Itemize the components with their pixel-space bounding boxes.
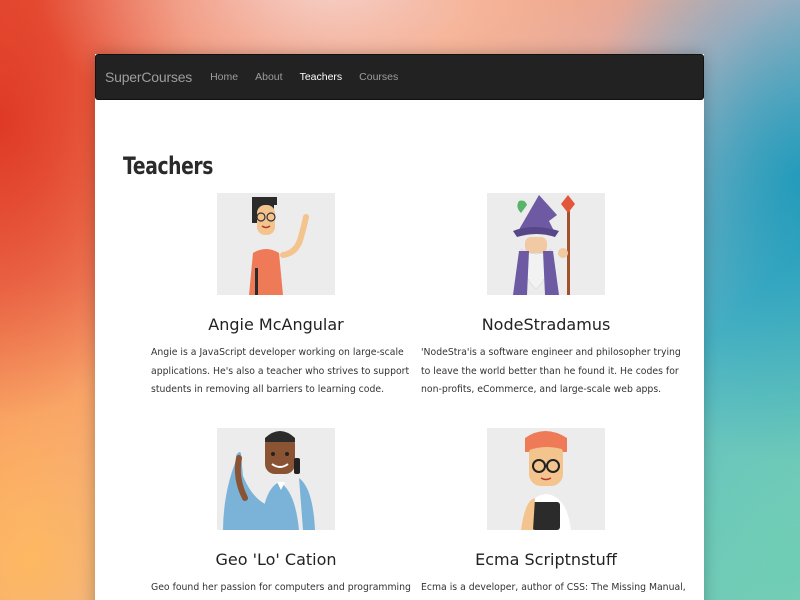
- redhead-glasses-icon: [521, 431, 571, 530]
- nav-link-about[interactable]: About: [255, 71, 282, 83]
- main-container: SuperCourses Home About Teachers Courses…: [95, 54, 704, 600]
- nav-link-home[interactable]: Home: [210, 71, 238, 83]
- avatar: [217, 428, 335, 530]
- teacher-card: Angie McAngular Angie is a JavaScript de…: [141, 193, 411, 400]
- teacher-card: NodeStradamus 'NodeStra'is a software en…: [411, 193, 681, 400]
- teacher-bio: Ecma is a developer, author of CSS: The …: [421, 582, 686, 593]
- teacher-name: Angie McAngular: [208, 315, 344, 334]
- page-title: Teachers: [123, 152, 213, 180]
- teacher-bio: Angie is a JavaScript developer working …: [151, 347, 410, 395]
- teacher-card: Geo 'Lo' Cation Geo found her passion fo…: [141, 428, 411, 600]
- nav-link-courses[interactable]: Courses: [359, 71, 398, 83]
- man-phone-icon: [223, 431, 315, 530]
- teacher-bio: Geo found her passion for computers and …: [151, 582, 411, 593]
- teacher-bio: 'NodeStra'is a software engineer and phi…: [421, 347, 681, 395]
- brand-logo[interactable]: SuperCourses: [105, 69, 192, 85]
- teacher-card: Ecma Scriptnstuff Ecma is a developer, a…: [411, 428, 686, 600]
- avatar: [217, 193, 335, 295]
- avatar: [487, 193, 605, 295]
- teacher-name: NodeStradamus: [481, 315, 611, 334]
- nav-link-teachers[interactable]: Teachers: [300, 71, 343, 83]
- navbar: SuperCourses Home About Teachers Courses: [95, 54, 704, 100]
- woman-waving-icon: [249, 197, 309, 295]
- teacher-name: Ecma Scriptnstuff: [475, 550, 617, 569]
- teacher-name: Geo 'Lo' Cation: [215, 550, 337, 569]
- avatar: [487, 428, 605, 530]
- wizard-icon: [513, 195, 575, 295]
